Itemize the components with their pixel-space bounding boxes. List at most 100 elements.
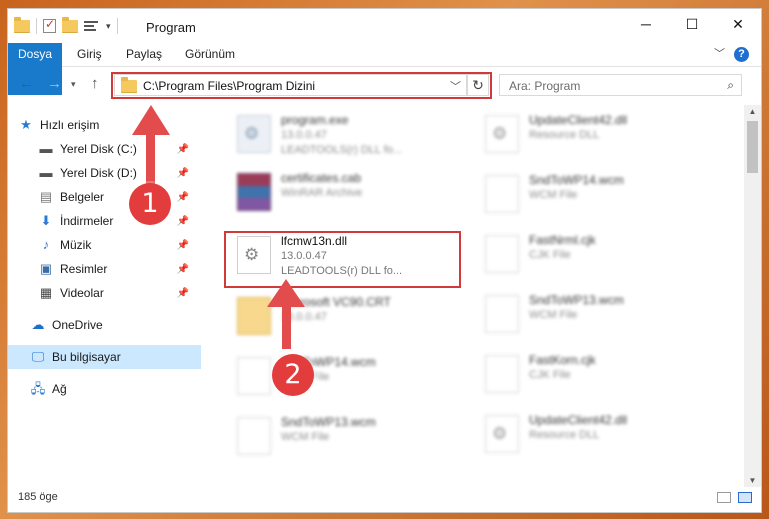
quick-access-toolbar: ▾ bbox=[14, 16, 118, 34]
pin-icon[interactable]: 📌 bbox=[177, 216, 189, 227]
file-name: certificates.cab bbox=[281, 171, 362, 185]
sidebar-item-videos[interactable]: ▦ Videolar 📌 bbox=[38, 281, 201, 305]
details-view-icon[interactable] bbox=[717, 492, 731, 503]
file-item[interactable]: UpdateClient42.dll Resource DLL bbox=[471, 409, 711, 461]
close-button[interactable]: ✕ bbox=[715, 9, 761, 39]
dll-file-icon bbox=[485, 115, 519, 153]
sidebar-item-this-pc[interactable]: 🖵 Bu bilgisayar bbox=[8, 345, 201, 369]
explorer-window: ▾ Program ─ ☐ ✕ Dosya Giriş Paylaş Görün… bbox=[7, 8, 762, 513]
help-icon[interactable]: ? bbox=[734, 47, 749, 62]
file-type: CJK File bbox=[529, 369, 571, 381]
generic-file-icon bbox=[237, 357, 271, 395]
maximize-button[interactable]: ☐ bbox=[669, 9, 715, 39]
vertical-scrollbar[interactable]: ▲ ▼ bbox=[744, 105, 761, 487]
cloud-icon: ☁ bbox=[31, 317, 45, 332]
scroll-up-icon[interactable]: ▲ bbox=[744, 107, 761, 116]
customize-icon[interactable] bbox=[84, 19, 100, 33]
sidebar-item-downloads[interactable]: ⬇ İndirmeler 📌 bbox=[38, 209, 201, 233]
file-item[interactable]: Microsoft VC90.CRT 13.0.0.47 bbox=[223, 291, 463, 343]
sidebar-item-quick-access[interactable]: ★ Hızlı erişim bbox=[18, 113, 201, 137]
file-name: SndToWP13.wcm bbox=[529, 293, 624, 307]
sidebar-item-drive-c[interactable]: ▬ Yerel Disk (C:) 📌 bbox=[38, 137, 201, 161]
tab-view[interactable]: Görünüm bbox=[185, 43, 235, 66]
file-item[interactable]: SndToWP13.wcm WCM File bbox=[471, 289, 711, 341]
minimize-button[interactable]: ─ bbox=[623, 9, 669, 39]
sidebar-item-pictures[interactable]: ▣ Resimler 📌 bbox=[38, 257, 201, 281]
file-name: SndToWP14.wcm bbox=[529, 173, 624, 187]
file-type: WCM File bbox=[529, 189, 578, 201]
sidebar-item-label: Müzik bbox=[60, 238, 92, 252]
properties-check-icon[interactable] bbox=[43, 17, 56, 33]
scroll-thumb[interactable] bbox=[747, 121, 758, 173]
file-description: LEADTOOLS(r) DLL fo... bbox=[281, 144, 403, 156]
file-item[interactable]: SndToWP14.wcm WCM File bbox=[223, 351, 463, 403]
star-icon: ★ bbox=[20, 117, 32, 132]
back-arrow-icon[interactable]: ← bbox=[19, 75, 34, 92]
file-item[interactable]: program.exe 13.0.0.47 LEADTOOLS(r) DLL f… bbox=[223, 109, 463, 161]
file-item[interactable]: FastKorn.cjk CJK File bbox=[471, 349, 711, 401]
window-title: Program bbox=[146, 20, 196, 35]
archive-file-icon bbox=[237, 173, 271, 211]
forward-arrow-icon[interactable]: → bbox=[47, 75, 62, 92]
file-name: FastKorn.cjk bbox=[529, 353, 596, 367]
file-version: 13.0.0.47 bbox=[281, 129, 327, 141]
sidebar-item-documents[interactable]: ▤ Belgeler 📌 bbox=[38, 185, 201, 209]
customize-dropdown-icon[interactable]: ▾ bbox=[106, 21, 111, 32]
file-item[interactable]: certificates.cab WinRAR Archive bbox=[223, 167, 463, 219]
search-input[interactable]: Ara: Program ⌕ bbox=[499, 74, 742, 96]
folder-icon bbox=[237, 297, 271, 335]
folder-icon bbox=[14, 16, 30, 33]
ribbon: Dosya Giriş Paylaş Görünüm ﹀ ? bbox=[8, 43, 761, 95]
file-type: WinRAR Archive bbox=[281, 187, 363, 199]
navigation-bar: ← → ▾ ↑ C:\Program Files\Program Dizini … bbox=[8, 72, 761, 100]
document-icon: ▤ bbox=[39, 189, 53, 204]
step-1-badge: 1 bbox=[129, 183, 171, 225]
pin-icon[interactable]: 📌 bbox=[177, 168, 189, 179]
navigation-pane: ★ Hızlı erişim ▬ Yerel Disk (C:) 📌 ▬ Yer… bbox=[8, 109, 201, 487]
file-name: SndToWP13.wcm bbox=[281, 415, 376, 429]
drive-icon: ▬ bbox=[39, 141, 53, 156]
step-2-badge: 2 bbox=[272, 354, 314, 396]
file-item[interactable]: UpdateClient42.dll Resource DLL bbox=[471, 109, 711, 161]
generic-file-icon bbox=[237, 417, 271, 455]
tab-share[interactable]: Paylaş bbox=[126, 43, 162, 66]
pin-icon[interactable]: 📌 bbox=[177, 192, 189, 203]
file-type: WCM File bbox=[529, 309, 578, 321]
file-highlight-box bbox=[224, 231, 461, 288]
file-item[interactable]: SndToWP14.wcm WCM File bbox=[471, 169, 711, 221]
pin-icon[interactable]: 📌 bbox=[177, 144, 189, 155]
file-type: Resource DLL bbox=[529, 429, 600, 441]
recent-dropdown-icon[interactable]: ▾ bbox=[71, 79, 76, 90]
up-arrow-icon[interactable]: ↑ bbox=[91, 75, 99, 92]
file-name: FastNrml.cjk bbox=[529, 233, 596, 247]
new-folder-icon[interactable] bbox=[62, 16, 78, 33]
sidebar-item-label: İndirmeler bbox=[60, 214, 114, 228]
pin-icon[interactable]: 📌 bbox=[177, 264, 189, 275]
video-icon: ▦ bbox=[39, 285, 53, 300]
sidebar-item-onedrive[interactable]: ☁ OneDrive bbox=[30, 313, 201, 337]
pin-icon[interactable]: 📌 bbox=[177, 288, 189, 299]
arrow-1-head bbox=[132, 105, 170, 135]
toolbar-separator bbox=[116, 18, 118, 34]
download-icon: ⬇ bbox=[40, 213, 52, 228]
large-icons-view-icon[interactable] bbox=[738, 492, 752, 503]
pin-icon[interactable]: 📌 bbox=[177, 240, 189, 251]
generic-file-icon bbox=[485, 235, 519, 273]
tab-home[interactable]: Giriş bbox=[77, 43, 102, 66]
search-placeholder: Ara: Program bbox=[509, 79, 581, 93]
sidebar-item-music[interactable]: ♪ Müzik 📌 bbox=[38, 233, 201, 257]
scroll-down-icon[interactable]: ▼ bbox=[744, 476, 761, 485]
sidebar-item-drive-d[interactable]: ▬ Yerel Disk (D:) 📌 bbox=[38, 161, 201, 185]
search-icon[interactable]: ⌕ bbox=[727, 78, 734, 93]
network-icon: 🖧 bbox=[30, 381, 46, 396]
file-type: CJK File bbox=[529, 249, 571, 261]
expand-ribbon-icon[interactable]: ﹀ bbox=[714, 45, 725, 61]
arrow-1-shaft bbox=[146, 129, 155, 185]
sidebar-item-network[interactable]: 🖧 Ağ bbox=[30, 377, 201, 401]
computer-icon: 🖵 bbox=[31, 349, 45, 364]
file-item[interactable]: SndToWP13.wcm WCM File bbox=[223, 411, 463, 463]
file-item[interactable]: FastNrml.cjk CJK File bbox=[471, 229, 711, 281]
sidebar-item-label: Belgeler bbox=[60, 190, 105, 204]
arrow-2-head bbox=[267, 279, 305, 307]
generic-file-icon bbox=[485, 355, 519, 393]
